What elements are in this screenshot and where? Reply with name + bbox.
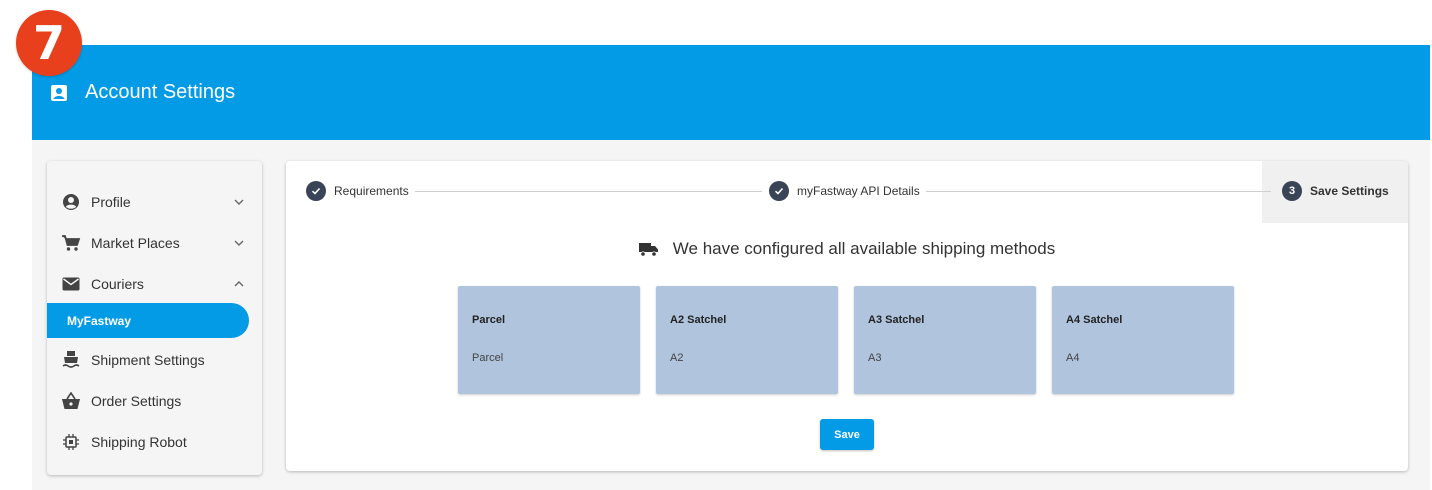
- stepper: Requirements myFastway API Details 3 Sav…: [286, 161, 1408, 223]
- save-button[interactable]: Save: [820, 419, 874, 450]
- sidebar-item-label: Shipment Settings: [91, 351, 205, 368]
- method-name: A4 Satchel: [1066, 314, 1123, 326]
- sidebar-item-order-settings[interactable]: Order Settings: [47, 380, 262, 421]
- method-card[interactable]: A4 Satchel A4: [1052, 286, 1234, 394]
- account-box-icon: [48, 82, 70, 104]
- sidebar-item-market-places[interactable]: Market Places: [47, 222, 262, 263]
- chevron-down-icon: [232, 236, 246, 250]
- headline-text: We have configured all available shippin…: [672, 239, 1056, 258]
- method-card[interactable]: A3 Satchel A3: [854, 286, 1036, 394]
- mail-icon: [61, 274, 81, 294]
- sidebar-item-label: Shipping Robot: [91, 433, 187, 450]
- page-title: Account Settings: [85, 81, 236, 103]
- basket-icon: [61, 391, 81, 411]
- check-icon: [306, 181, 326, 201]
- stepper-connector: [926, 191, 1271, 192]
- method-name: A2 Satchel: [670, 314, 727, 326]
- method-name: Parcel: [472, 314, 506, 326]
- method-card[interactable]: A2 Satchel A2: [656, 286, 838, 394]
- step-label: myFastway API Details: [797, 184, 920, 198]
- sidebar-item-shipment-settings[interactable]: Shipment Settings: [47, 339, 262, 380]
- check-icon: [769, 181, 789, 201]
- account-circle-icon: [61, 192, 81, 212]
- step-save-settings[interactable]: 3 Save Settings: [1282, 181, 1395, 201]
- truck-icon: [638, 241, 659, 257]
- sidebar-item-shipping-robot[interactable]: Shipping Robot: [47, 421, 262, 462]
- sidebar-subitem-myfastway[interactable]: MyFastway: [47, 303, 249, 338]
- configured-message: We have configured all available shippin…: [286, 239, 1408, 259]
- method-card[interactable]: Parcel Parcel: [458, 286, 640, 394]
- sidebar-item-couriers[interactable]: Couriers: [47, 263, 262, 304]
- step-number: 3: [1282, 181, 1302, 201]
- method-name: A3 Satchel: [868, 314, 925, 326]
- ship-icon: [61, 350, 81, 370]
- method-code: A2: [670, 352, 684, 364]
- cart-icon: [61, 233, 81, 253]
- sidebar-item-label: Couriers: [91, 275, 144, 292]
- sidebar-item-label: Profile: [91, 193, 131, 210]
- step-number-badge: 7: [16, 10, 82, 76]
- shipping-methods: Parcel Parcel A2 Satchel A2 A3 Satchel A…: [458, 286, 1234, 394]
- step-requirements[interactable]: Requirements: [306, 181, 415, 201]
- stepper-connector: [414, 191, 762, 192]
- method-code: Parcel: [472, 352, 504, 364]
- main-card: Requirements myFastway API Details 3 Sav…: [286, 161, 1408, 471]
- method-code: A4: [1066, 352, 1080, 364]
- step-label: Save Settings: [1310, 184, 1389, 198]
- step-label: Requirements: [334, 184, 409, 198]
- chip-icon: [61, 432, 81, 452]
- chevron-down-icon: [232, 195, 246, 209]
- sidebar-item-profile[interactable]: Profile: [47, 181, 262, 222]
- method-code: A3: [868, 352, 882, 364]
- sidebar-item-label: Market Places: [91, 234, 180, 251]
- sidebar-item-label: Order Settings: [91, 392, 182, 409]
- step-api-details[interactable]: myFastway API Details: [769, 181, 926, 201]
- sidebar: Profile Market Places Couriers MyFastway…: [47, 161, 262, 475]
- chevron-up-icon: [232, 277, 246, 291]
- app-header: Account Settings: [32, 45, 1430, 140]
